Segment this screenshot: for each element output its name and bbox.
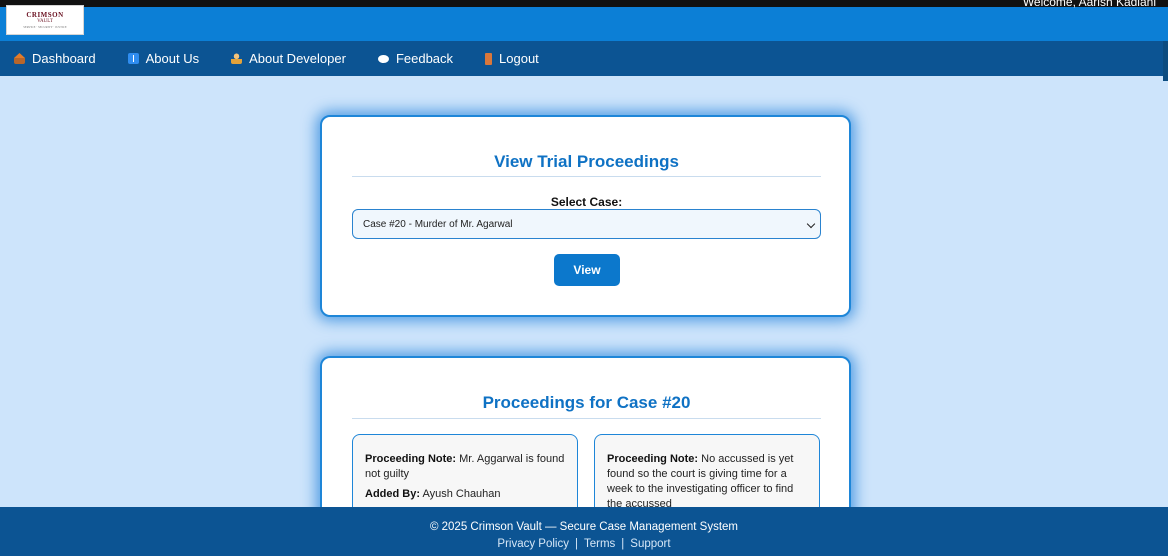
nav-about-us-label: About Us	[145, 51, 200, 66]
proceedings-title: Proceedings for Case #20	[482, 393, 691, 412]
case-select[interactable]: Case #20 - Murder of Mr. Agarwal	[352, 209, 821, 239]
view-proceedings-title: View Trial Proceedings	[494, 152, 679, 171]
link-separator: |	[574, 538, 578, 550]
nav-about-us[interactable]: About Us	[127, 51, 200, 66]
developer-icon	[231, 53, 243, 64]
chat-bubble-icon	[377, 54, 389, 63]
nav-about-developer[interactable]: About Developer	[231, 51, 346, 66]
view-proceedings-card: View Trial Proceedings Select Case: Case…	[320, 115, 851, 317]
logo-line-1: CRIMSON	[26, 11, 64, 19]
nav-logout-label: Logout	[499, 51, 539, 66]
added-by-value: Ayush Chauhan	[422, 488, 501, 500]
proceeding-note-label: Proceeding Note:	[365, 453, 457, 465]
logo-tagline: SERVICE · SECURITY · JUSTICE	[23, 25, 67, 29]
door-icon	[485, 52, 493, 65]
main-navbar: Dashboard About Us About Developer Feedb…	[0, 41, 1163, 76]
terms-link[interactable]: Terms	[584, 538, 615, 550]
title-divider	[352, 176, 821, 177]
chevron-down-icon	[806, 219, 816, 229]
added-by-label: Added By:	[365, 488, 420, 500]
proceeding-note-row: Proceeding Note: Mr. Aggarwal is found n…	[365, 452, 565, 482]
home-icon	[14, 53, 25, 64]
privacy-policy-link[interactable]: Privacy Policy	[497, 538, 569, 550]
top-edge	[0, 0, 1168, 7]
nav-dashboard[interactable]: Dashboard	[14, 51, 96, 66]
page-footer: © 2025 Crimson Vault — Secure Case Manag…	[0, 507, 1168, 556]
footer-links: Privacy Policy | Terms | Support	[0, 538, 1168, 550]
welcome-text: Welcome, Aarish Kadiani	[1022, 0, 1156, 9]
nav-logout[interactable]: Logout	[485, 51, 539, 66]
added-by-row: Added By: Ayush Chauhan	[365, 487, 565, 502]
nav-dashboard-label: Dashboard	[32, 51, 96, 66]
nav-feedback-label: Feedback	[395, 51, 454, 66]
case-select-value: Case #20 - Murder of Mr. Agarwal	[363, 218, 513, 230]
view-button[interactable]: View	[554, 254, 620, 286]
scrollbar-strip	[1163, 41, 1168, 81]
copyright-text: © 2025 Crimson Vault — Secure Case Manag…	[429, 521, 739, 533]
proceeding-note-label: Proceeding Note:	[607, 453, 699, 465]
select-case-label: Select Case:	[550, 195, 623, 209]
title-divider	[352, 418, 821, 419]
proceeding-note-row: Proceeding Note: No accussed is yet foun…	[607, 452, 807, 512]
nav-about-developer-label: About Developer	[249, 51, 346, 66]
link-separator: |	[621, 538, 625, 550]
crimson-vault-logo[interactable]: CRIMSON VAULT SERVICE · SECURITY · JUSTI…	[6, 5, 84, 35]
nav-feedback[interactable]: Feedback	[377, 51, 454, 66]
info-icon	[127, 53, 139, 64]
support-link[interactable]: Support	[630, 538, 670, 550]
top-header: CRIMSON VAULT SERVICE · SECURITY · JUSTI…	[0, 0, 1168, 41]
